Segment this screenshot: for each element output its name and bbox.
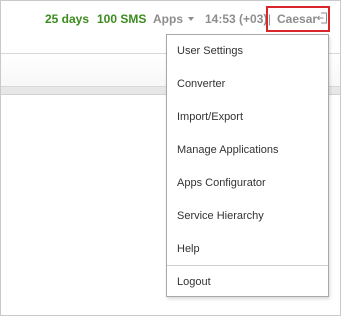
menu-item-converter[interactable]: Converter [167,68,328,100]
menu-item-apps-configurator[interactable]: Apps Configurator [167,167,328,199]
apps-label: Apps [153,12,183,26]
user-dropdown-menu: User Settings Converter Import/Export Ma… [166,34,329,297]
days-remaining: 25 days [45,12,90,26]
sms-balance: 100 SMS [97,12,147,26]
menu-item-help[interactable]: Help [167,233,328,265]
clock: 14:53 (+03) [205,12,268,26]
menu-item-user-settings[interactable]: User Settings [167,35,328,67]
menu-item-import-export[interactable]: Import/Export [167,101,328,133]
caret-down-icon [188,16,194,21]
menu-item-manage-applications[interactable]: Manage Applications [167,134,328,166]
menu-item-service-hierarchy[interactable]: Service Hierarchy [167,200,328,232]
logout-icon[interactable] [316,12,328,24]
user-menu-button[interactable]: Caesar [277,12,317,26]
apps-menu-button[interactable]: Apps [153,12,194,26]
menu-item-logout[interactable]: Logout [167,266,328,298]
